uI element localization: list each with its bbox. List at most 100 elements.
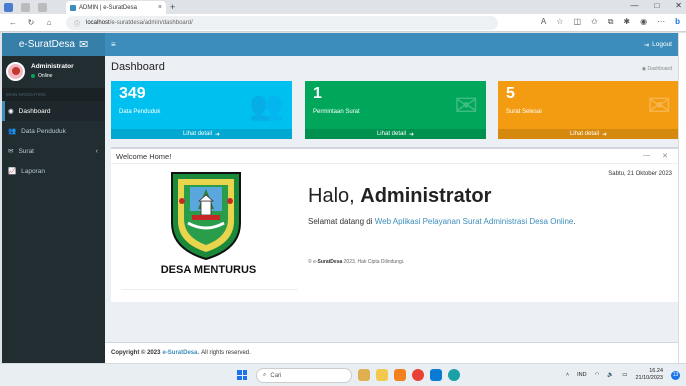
taskbar-clock[interactable]: 16.24 21/10/2023: [635, 368, 663, 382]
taskbar-search[interactable]: ⌕ Cari: [256, 368, 352, 383]
detail-link-label: Lihat detail: [376, 131, 406, 137]
sidebar-toggle-button[interactable]: ≡: [111, 40, 116, 49]
copy-brand: SuratDesa: [317, 259, 343, 265]
system-tray: ˄ IND ◠ 🔈 ▭ 16.24 21/10/2023 13: [566, 368, 680, 382]
village-emblem-logo: [171, 172, 241, 261]
menu-header: MAIN NAVIGATION: [2, 88, 105, 101]
breadcrumb-label[interactable]: Dashboard: [648, 66, 672, 72]
split-screen-icon[interactable]: ◫: [573, 17, 581, 27]
language-indicator[interactable]: IND: [577, 372, 586, 378]
battery-icon[interactable]: ▭: [622, 372, 627, 378]
stat-label: Permintaan Surat: [313, 109, 360, 115]
arrow-circle-icon: ➜: [215, 131, 221, 138]
user-panel: Administrator Online: [2, 56, 105, 86]
back-icon[interactable]: ←: [8, 18, 18, 27]
user-status-text: Online: [38, 73, 53, 79]
logo-text: e-SuratDesa: [18, 39, 75, 50]
sidebar-item-label: Dashboard: [18, 107, 51, 115]
stat-value: 349: [119, 85, 146, 102]
vscode-icon[interactable]: [430, 369, 442, 381]
logout-icon: ⇥: [643, 41, 650, 49]
volume-icon[interactable]: 🔈: [607, 372, 614, 378]
online-dot-icon: [31, 74, 35, 78]
copy-prefix: © e-: [308, 259, 318, 265]
minimize-button[interactable]: —: [630, 1, 638, 10]
address-bar[interactable]: ⓘ localhost/e-suratdesa/admin/dashboard/: [66, 16, 498, 30]
stat-detail-link[interactable]: Lihat detail ➜: [305, 129, 486, 139]
stat-box-permintaan-surat: 1 Permintaan Surat ✉ Lihat detail ➜: [305, 81, 486, 139]
vertical-tabs-icon[interactable]: [38, 2, 47, 12]
browser-tab[interactable]: ADMIN | e-SuratDesa ×: [66, 1, 166, 14]
stat-box-data-penduduk: 349 Data Penduduk 👥 Lihat detail ➜: [111, 81, 292, 139]
dashboard-icon: ◉: [8, 108, 14, 115]
chart-icon: 📈: [8, 168, 17, 175]
widgets-app-icon[interactable]: [358, 369, 370, 381]
extensions-icon[interactable]: ✱: [623, 17, 630, 27]
chrome-icon[interactable]: [412, 369, 424, 381]
footer-brand-link[interactable]: e-SuratDesa.: [162, 350, 199, 356]
page-footer: Copyright © 2023 e-SuratDesa. All rights…: [105, 342, 678, 363]
stat-detail-link[interactable]: Lihat detail ➜: [111, 129, 292, 139]
browser-toolbar: ← ↻ ⌂ ⓘ localhost/e-suratdesa/admin/dash…: [0, 14, 686, 32]
wifi-icon[interactable]: ◠: [595, 372, 600, 378]
home-icon[interactable]: ⌂: [44, 18, 54, 27]
tab-actions-icon[interactable]: [21, 2, 30, 12]
detail-link-label: Lihat detail: [182, 131, 212, 137]
collections-icon[interactable]: ⧉: [608, 17, 614, 27]
notification-badge[interactable]: 13: [671, 370, 680, 380]
menu-dots-icon[interactable]: ⋯: [657, 17, 665, 27]
favorites-icon[interactable]: ✩: [591, 17, 598, 27]
logout-button[interactable]: ⇥ Logout: [644, 41, 672, 49]
avatar: [6, 61, 25, 81]
close-icon[interactable]: ✕: [662, 152, 668, 160]
xampp-icon[interactable]: [394, 369, 406, 381]
search-placeholder: Cari: [270, 372, 282, 379]
footer-copyright: Copyright © 2023: [111, 350, 161, 356]
favicon: [70, 4, 76, 11]
stat-label: Surat Selesai: [506, 109, 542, 115]
sidebar-item-dashboard[interactable]: ◉ Dashboard: [2, 101, 105, 121]
welcome-text: Selamat datang di Web Aplikasi Pelayanan…: [308, 217, 576, 226]
user-status: Online: [31, 73, 74, 79]
info-icon: ⓘ: [74, 21, 81, 28]
village-name: DESA MENTURUS: [160, 264, 257, 276]
page-title: Dashboard: [111, 61, 165, 73]
profile-icon[interactable]: [4, 2, 13, 12]
stat-value: 5: [506, 85, 515, 102]
chevron-up-icon[interactable]: ˄: [566, 372, 569, 378]
profile-avatar-icon[interactable]: ◉: [640, 17, 647, 27]
new-tab-button[interactable]: +: [170, 2, 175, 12]
edge-icon[interactable]: [448, 369, 460, 381]
app-logo[interactable]: e-SuratDesa ✉: [2, 33, 105, 56]
windows-start-icon[interactable]: [237, 370, 247, 380]
read-aloud-icon[interactable]: A: [541, 17, 546, 27]
box-tools: — ✕: [643, 152, 668, 160]
greeting-text: Halo,: [308, 185, 361, 207]
favorite-star-icon[interactable]: ☆: [556, 17, 563, 27]
envelope-icon: ✉: [647, 90, 671, 121]
sidebar-item-surat[interactable]: ✉ Surat ‹: [2, 141, 105, 161]
tab-title: ADMIN | e-SuratDesa: [79, 4, 137, 11]
sidebar-item-data-penduduk[interactable]: 👥 Data Penduduk: [2, 121, 105, 141]
greeting-name: Administrator: [360, 185, 492, 207]
divider: [121, 289, 298, 290]
sidebar-item-label: Data Penduduk: [21, 127, 66, 135]
stat-detail-link[interactable]: Lihat detail ➜: [498, 129, 679, 139]
browser-tab-strip: ADMIN | e-SuratDesa × + — □ ✕: [0, 0, 686, 14]
logout-label: Logout: [652, 41, 672, 48]
breadcrumb-dashboard-icon: ◉: [641, 66, 647, 72]
sidebar-item-laporan[interactable]: 📈 Laporan: [2, 161, 105, 181]
close-window-button[interactable]: ✕: [675, 1, 682, 10]
welcome-intro: Selamat datang di: [308, 217, 375, 226]
footer-rights: All rights reserved.: [201, 350, 251, 356]
url-host: localhost: [86, 20, 110, 26]
collapse-icon[interactable]: —: [643, 152, 650, 160]
chevron-left-icon: ‹: [95, 147, 98, 155]
toolbar-actions: A ☆ ◫ ✩ ⧉ ✱ ◉ ⋯ b: [541, 17, 680, 27]
maximize-button[interactable]: □: [654, 1, 659, 10]
refresh-icon[interactable]: ↻: [26, 18, 36, 27]
copilot-icon[interactable]: b: [675, 17, 680, 27]
copy-suffix: 2023. Hak Cipta Dilindungi.: [342, 259, 405, 265]
tab-close-icon[interactable]: ×: [158, 4, 162, 11]
file-explorer-icon[interactable]: [376, 369, 388, 381]
